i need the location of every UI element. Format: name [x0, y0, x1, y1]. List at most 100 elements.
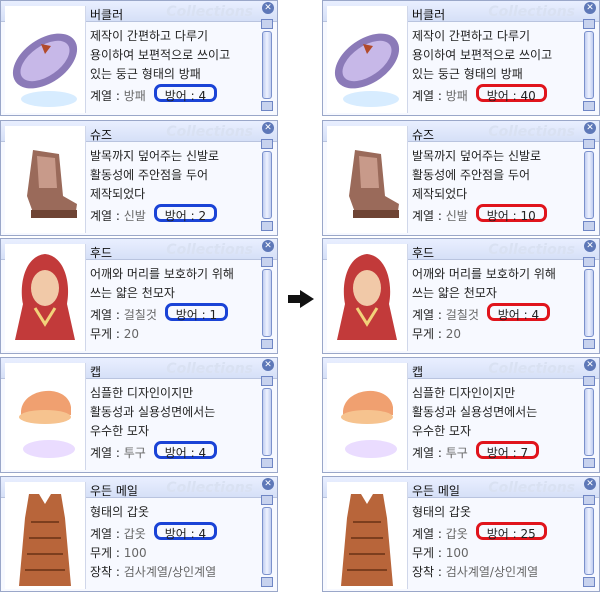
close-icon[interactable]: ✕: [262, 240, 274, 252]
scroll-thumb[interactable]: [262, 269, 272, 337]
item-desc-line: 우수한 모자: [90, 424, 150, 438]
scroll-down-arrow-icon[interactable]: [261, 577, 273, 587]
scrollbar[interactable]: [583, 257, 595, 349]
item-desc-line: 쓰는 얇은 천모자: [412, 286, 497, 300]
scroll-down-arrow-icon[interactable]: [583, 577, 595, 587]
stat-row: 무게 : 100: [90, 546, 147, 560]
close-icon[interactable]: ✕: [584, 478, 596, 490]
item-card-wooden-mail-before: Collections ✕ 우든 메일 형태의 갑옷 계열 : 갑옷 방어 : …: [0, 476, 278, 592]
scroll-up-arrow-icon[interactable]: [261, 19, 273, 29]
item-name: 캡: [90, 365, 102, 379]
stat-value: 걸칠것: [445, 308, 479, 322]
close-icon[interactable]: ✕: [262, 122, 274, 134]
item-desc-line: 있는 둥근 형태의 방패: [412, 67, 523, 81]
close-icon[interactable]: ✕: [584, 122, 596, 134]
scrollbar[interactable]: [261, 257, 273, 349]
item-desc-line: 있는 둥근 형태의 방패: [90, 67, 201, 81]
scroll-up-arrow-icon[interactable]: [261, 139, 273, 149]
stat-value: 검사계열/상인계열: [123, 565, 217, 579]
before-column: Collections ✕ 버클러 제작이 간편하고 다루기 용이하여 보편적으…: [0, 0, 278, 593]
scroll-up-arrow-icon[interactable]: [583, 19, 595, 29]
scroll-down-arrow-icon[interactable]: [583, 458, 595, 468]
defense-highlight: 방어 : 40: [475, 84, 547, 103]
scroll-down-arrow-icon[interactable]: [261, 339, 273, 349]
scroll-up-arrow-icon[interactable]: [261, 495, 273, 505]
close-icon[interactable]: ✕: [584, 240, 596, 252]
item-desc-line: 발목까지 덮어주는 신발로: [412, 149, 542, 163]
stat-key: 무게: [412, 546, 435, 560]
scroll-down-arrow-icon[interactable]: [583, 221, 595, 231]
stat-key: 계열: [90, 209, 113, 223]
scroll-up-arrow-icon[interactable]: [583, 376, 595, 386]
scroll-thumb[interactable]: [262, 31, 272, 99]
defense-highlight: 방어 : 4: [153, 522, 218, 541]
stat-key: 계열: [90, 89, 113, 103]
scroll-thumb[interactable]: [584, 388, 594, 456]
after-column: Collections ✕ 버클러 제작이 간편하고 다루기 용이하여 보편적으…: [322, 0, 600, 593]
scrollbar[interactable]: [261, 495, 273, 587]
buckler-shield-icon: [5, 6, 86, 113]
item-desc-line: 쓰는 얇은 천모자: [90, 286, 175, 300]
scroll-up-arrow-icon[interactable]: [583, 139, 595, 149]
item-desc-line: 제작되었다: [412, 187, 468, 201]
scroll-down-arrow-icon[interactable]: [583, 339, 595, 349]
stat-value: 100: [445, 546, 469, 560]
item-name: 후드: [90, 246, 113, 260]
scroll-thumb[interactable]: [584, 31, 594, 99]
stat-row: 계열 : 걸칠것 방어 : 4: [412, 303, 572, 325]
item-card-hood-before: Collections ✕ 후드 어깨와 머리를 보호하기 위해 쓰는 얇은 천…: [0, 238, 278, 354]
watermark: Collections: [166, 124, 253, 140]
item-desc-line: 제작이 간편하고 다루기: [90, 29, 209, 43]
shoes-icon: [5, 126, 86, 233]
cap-icon: [5, 363, 86, 470]
stat-value: 100: [123, 546, 147, 560]
stat-key: 무게: [90, 546, 113, 560]
stat-value: 신발: [123, 209, 146, 223]
close-icon[interactable]: ✕: [584, 2, 596, 14]
stat-row: 장착 : 검사계열/상인계열: [90, 565, 217, 579]
stat-row: 장착 : 검사계열/상인계열: [412, 565, 539, 579]
stat-row: 계열 : 신발 방어 : 2: [90, 204, 250, 226]
scrollbar[interactable]: [261, 376, 273, 468]
scroll-down-arrow-icon[interactable]: [583, 101, 595, 111]
watermark: Collections: [488, 361, 575, 377]
stat-row: 무게 : 20: [412, 327, 462, 341]
scroll-down-arrow-icon[interactable]: [261, 101, 273, 111]
scroll-down-arrow-icon[interactable]: [261, 221, 273, 231]
scroll-thumb[interactable]: [584, 507, 594, 575]
scroll-thumb[interactable]: [584, 269, 594, 337]
item-name: 후드: [412, 246, 435, 260]
item-name: 버클러: [412, 8, 446, 22]
scroll-down-arrow-icon[interactable]: [261, 458, 273, 468]
scrollbar[interactable]: [583, 376, 595, 468]
scrollbar[interactable]: [583, 495, 595, 587]
scrollbar[interactable]: [583, 139, 595, 231]
stat-value: 20: [123, 327, 140, 341]
scroll-up-arrow-icon[interactable]: [261, 257, 273, 267]
scroll-thumb[interactable]: [262, 507, 272, 575]
watermark: Collections: [166, 480, 253, 496]
scroll-thumb[interactable]: [262, 388, 272, 456]
close-icon[interactable]: ✕: [262, 2, 274, 14]
scroll-up-arrow-icon[interactable]: [583, 257, 595, 267]
scrollbar[interactable]: [261, 139, 273, 231]
hood-icon: [327, 244, 408, 351]
item-desc-line: 우수한 모자: [412, 424, 472, 438]
item-name: 캡: [412, 365, 424, 379]
item-card-shoes-after: Collections ✕ 슈즈 발목까지 덮어주는 신발로 활동성에 주안점을…: [322, 120, 600, 236]
stat-key: 무게: [90, 327, 113, 341]
scroll-up-arrow-icon[interactable]: [261, 376, 273, 386]
scrollbar[interactable]: [583, 19, 595, 111]
scroll-up-arrow-icon[interactable]: [583, 495, 595, 505]
right-arrow-icon: [288, 290, 314, 312]
stat-row: 계열 : 신발 방어 : 10: [412, 204, 572, 226]
scroll-thumb[interactable]: [262, 151, 272, 219]
close-icon[interactable]: ✕: [262, 478, 274, 490]
scrollbar[interactable]: [261, 19, 273, 111]
item-card-cap-after: Collections ✕ 캡 심플한 디자인이지만 활동성과 실용성면에서는 …: [322, 357, 600, 473]
scroll-thumb[interactable]: [584, 151, 594, 219]
close-icon[interactable]: ✕: [584, 359, 596, 371]
close-icon[interactable]: ✕: [262, 359, 274, 371]
item-card-wooden-mail-after: Collections ✕ 우든 메일 형태의 갑옷 계열 : 갑옷 방어 : …: [322, 476, 600, 592]
stat-row: 무게 : 100: [412, 546, 469, 560]
